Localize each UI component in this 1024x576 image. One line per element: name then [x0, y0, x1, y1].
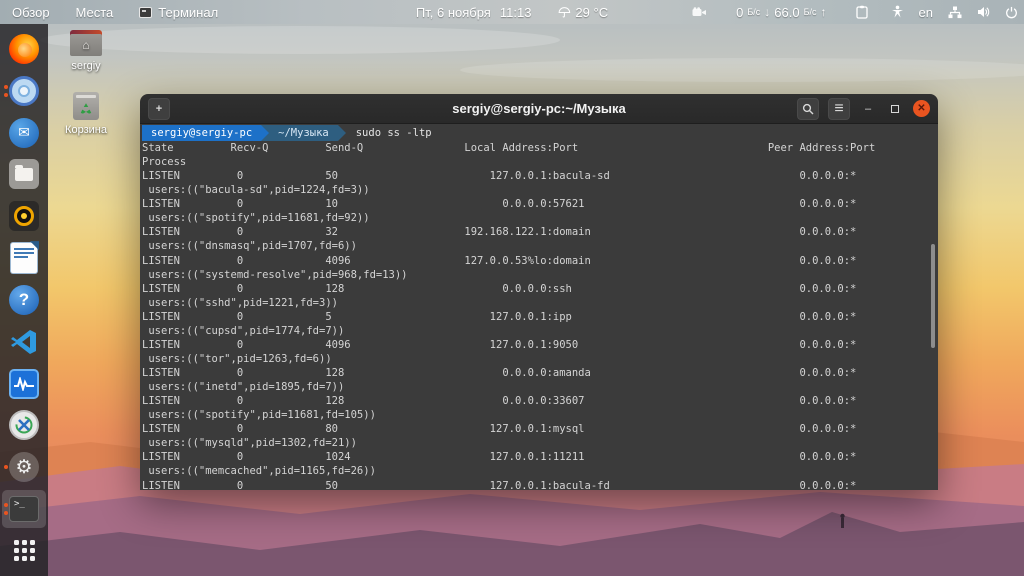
dock-item-rhythmbox[interactable]	[2, 197, 46, 235]
show-applications-button[interactable]	[2, 532, 46, 570]
network-speed-indicator[interactable]: 0Б/с ↓ 66.0Б/с ↑	[736, 5, 826, 20]
close-button[interactable]: ✕	[913, 100, 930, 117]
desktop-icon-home[interactable]: ⌂ sergiy	[58, 30, 114, 72]
prompt-user-host: sergiy@sergiy-pc	[142, 125, 261, 141]
desktop-icon-trash[interactable]: Корзина	[58, 92, 114, 136]
clock-menu[interactable]: Пт, 6 ноября11:13	[416, 5, 532, 20]
dock: ✉ ?	[0, 24, 48, 576]
terminal-scrollbar[interactable]	[931, 244, 935, 348]
typed-command: sudo ss -ltp	[356, 125, 432, 141]
powerline-arrow	[261, 125, 269, 141]
terminal-dock-icon: >_	[9, 496, 39, 522]
home-icon-label: sergiy	[58, 60, 114, 72]
new-tab-button[interactable]: +	[148, 98, 170, 120]
app-grid-icon	[14, 540, 35, 561]
dock-item-chromium[interactable]	[2, 72, 46, 110]
maximize-button[interactable]	[886, 100, 904, 118]
dock-item-system-monitor[interactable]	[2, 365, 46, 403]
up-arrow-icon: ↑	[821, 5, 827, 19]
volume-icon[interactable]	[977, 6, 990, 18]
terminal-titlebar[interactable]: + sergiy@sergiy-pc:~/Музыка ≡ – ✕	[140, 94, 938, 124]
dock-item-vscode[interactable]	[2, 323, 46, 361]
help-icon: ?	[9, 285, 39, 315]
terminal-window: + sergiy@sergiy-pc:~/Музыка ≡ – ✕ sergiy…	[140, 94, 938, 490]
menu-button[interactable]: ≡	[828, 98, 850, 120]
files-icon	[9, 159, 39, 189]
dock-item-thunderbird[interactable]: ✉	[2, 114, 46, 152]
libreoffice-writer-icon	[11, 243, 37, 273]
terminal-body[interactable]: sergiy@sergiy-pc ~/Музыка sudo ss -ltp S…	[140, 124, 938, 490]
dock-item-x-utility[interactable]	[2, 406, 46, 444]
powerline-arrow	[338, 125, 346, 141]
down-arrow-icon: ↓	[764, 5, 770, 19]
search-button[interactable]	[797, 98, 819, 120]
x-utility-icon	[9, 410, 39, 440]
weather-umbrella-icon	[557, 6, 570, 19]
window-title: sergiy@sergiy-pc:~/Музыка	[452, 101, 626, 116]
thunderbird-icon: ✉	[9, 118, 39, 148]
activities-button[interactable]: Обзор	[12, 5, 50, 20]
dock-item-firefox[interactable]	[2, 30, 46, 68]
running-indicator	[4, 85, 8, 97]
weather-indicator[interactable]: 29 °C	[557, 5, 608, 20]
minimize-button[interactable]: –	[859, 100, 877, 118]
chromium-icon	[9, 76, 39, 106]
system-monitor-icon	[9, 369, 39, 399]
dock-item-terminal[interactable]: >_	[2, 490, 46, 528]
vscode-icon	[10, 328, 38, 356]
settings-gear-icon: ⚙	[9, 452, 39, 482]
dock-item-help[interactable]: ?	[2, 281, 46, 319]
desktop: Обзор Места Терминал Пт, 6 ноября11:13 2…	[0, 0, 1024, 576]
trash-icon	[73, 92, 99, 120]
dock-item-writer[interactable]	[2, 239, 46, 277]
search-icon	[802, 103, 814, 115]
clipboard-icon[interactable]	[856, 5, 868, 19]
running-indicator	[4, 503, 8, 515]
running-indicator	[4, 465, 8, 469]
trash-icon-label: Корзина	[58, 124, 114, 136]
places-menu[interactable]: Места	[76, 5, 114, 20]
accessibility-icon[interactable]	[891, 5, 904, 19]
terminal-app-icon	[139, 7, 152, 18]
person-silhouette	[841, 518, 844, 528]
top-panel: Обзор Места Терминал Пт, 6 ноября11:13 2…	[0, 0, 1024, 24]
camera-indicator-icon[interactable]	[692, 7, 707, 18]
terminal-output: State Recv-Q Send-Q Local Address:Port P…	[142, 141, 938, 490]
firefox-icon	[9, 34, 39, 64]
home-folder-icon: ⌂	[70, 30, 102, 56]
rhythmbox-icon	[9, 201, 39, 231]
dock-item-files[interactable]	[2, 155, 46, 193]
power-icon[interactable]	[1005, 6, 1018, 19]
maximize-icon	[891, 105, 899, 113]
keyboard-layout-indicator[interactable]: en	[919, 5, 933, 20]
network-icon[interactable]	[948, 6, 962, 19]
dock-item-settings[interactable]: ⚙	[2, 448, 46, 486]
focused-app-menu[interactable]: Терминал	[139, 5, 218, 20]
shell-prompt: sergiy@sergiy-pc ~/Музыка sudo ss -ltp	[142, 125, 938, 141]
prompt-directory: ~/Музыка	[269, 125, 338, 141]
